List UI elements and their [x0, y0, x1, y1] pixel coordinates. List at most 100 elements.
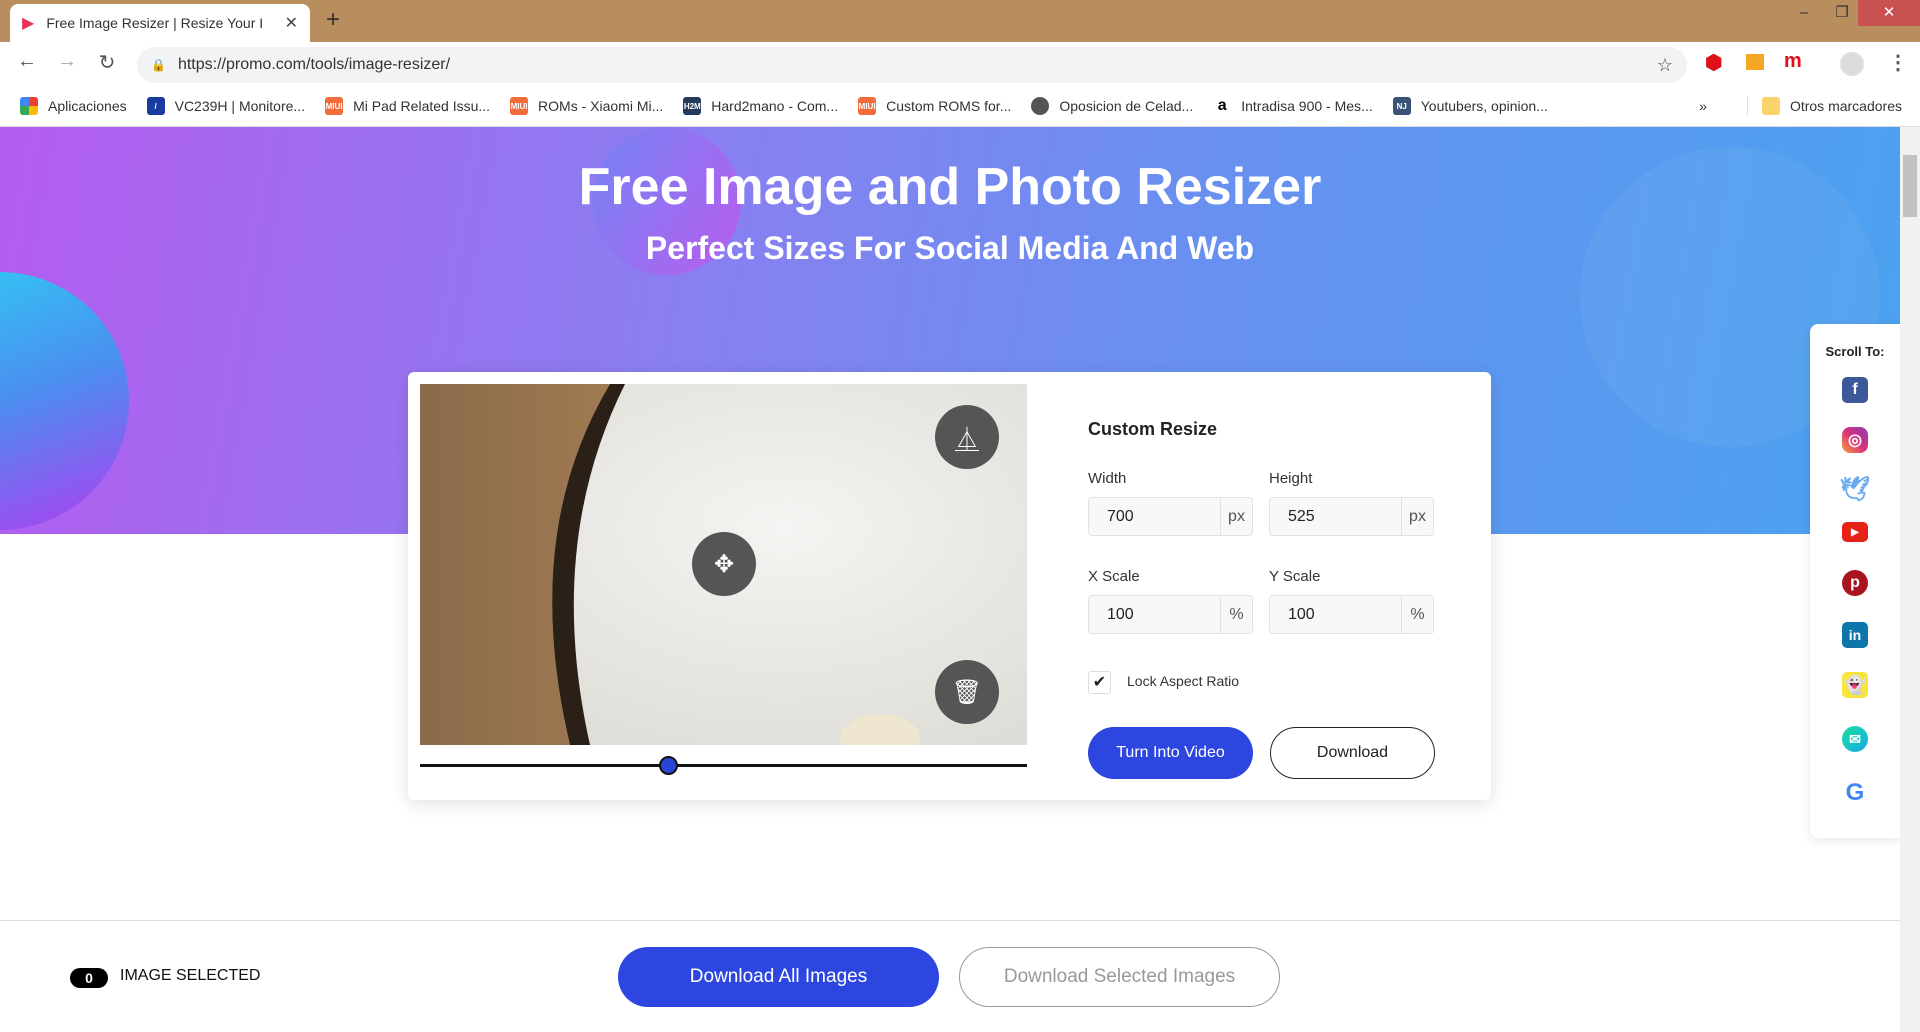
bookmark-vc239h[interactable]: / VC239H | Monitore... — [146, 97, 306, 115]
y-scale-value[interactable]: 100 — [1270, 596, 1401, 633]
bookmark-mipad[interactable]: MIUI Mi Pad Related Issu... — [325, 97, 490, 115]
bookmark-star-icon[interactable]: ☆ — [1657, 55, 1673, 76]
width-value[interactable]: 700 — [1089, 498, 1220, 535]
trash-icon: 🗑 — [951, 678, 983, 706]
globe-icon — [1031, 97, 1050, 115]
promo-favicon-icon: ▶ — [22, 15, 35, 32]
bottom-download-bar: 0 IMAGE SELECTED Download All Images Dow… — [0, 920, 1900, 1032]
browser-tab[interactable]: ▶ Free Image Resizer | Resize Your I ✕ — [10, 4, 310, 42]
flip-button[interactable]: ⏅ — [935, 405, 999, 469]
bookmark-label: Intradisa 900 - Mes... — [1241, 98, 1373, 114]
page-scrollbar[interactable] — [1900, 127, 1920, 1032]
asus-icon: / — [146, 97, 165, 115]
twitter-icon[interactable]: 🕊 — [1840, 476, 1870, 503]
apps-grid-icon — [20, 97, 38, 115]
bookmarks-bar: Aplicaciones / VC239H | Monitore... MIUI M… — [0, 86, 1920, 127]
height-unit: px — [1401, 498, 1433, 535]
move-button[interactable]: ✥ — [692, 532, 756, 596]
snapchat-icon[interactable]: 👻 — [1842, 672, 1868, 698]
bookmark-label: Youtubers, opinion... — [1420, 98, 1548, 114]
bookmark-custom-roms[interactable]: MIUI Custom ROMS for... — [858, 97, 1011, 115]
email-icon[interactable]: ✉ — [1842, 726, 1868, 752]
x-scale-unit: % — [1220, 596, 1252, 633]
x-scale-value[interactable]: 100 — [1089, 596, 1220, 633]
youtube-icon[interactable]: ▶ — [1842, 522, 1868, 542]
bookmark-youtubers[interactable]: NJ Youtubers, opinion... — [1392, 97, 1548, 115]
scrollbar-thumb[interactable] — [1903, 155, 1917, 217]
m-extension-icon[interactable]: m — [1784, 50, 1802, 73]
bookmark-label: Oposicion de Celad... — [1059, 98, 1194, 114]
close-tab-icon[interactable]: ✕ — [285, 13, 298, 33]
instagram-icon[interactable]: ◎ — [1842, 427, 1868, 453]
bookmark-label: VC239H | Monitore... — [174, 98, 306, 114]
width-label: Width — [1088, 470, 1127, 487]
linkedin-icon[interactable]: in — [1842, 622, 1868, 648]
page-title: Free Image and Photo Resizer — [578, 158, 1322, 216]
decorative-circle — [0, 272, 129, 530]
h2m-icon: H2M — [683, 97, 702, 115]
height-label: Height — [1269, 470, 1313, 487]
bookmark-roms-xiaomi[interactable]: MIUI ROMs - Xiaomi Mi... — [510, 97, 663, 115]
bookmark-oposicion[interactable]: Oposicion de Celad... — [1031, 97, 1193, 115]
bookmark-intradisa[interactable]: a Intradisa 900 - Mes... — [1213, 97, 1373, 115]
url-text: https://promo.com/tools/image-resizer/ — [177, 56, 451, 73]
bookmark-label: ROMs - Xiaomi Mi... — [538, 98, 664, 114]
flip-icon: ⏅ — [955, 426, 979, 454]
reload-icon[interactable]: ↻ — [93, 50, 121, 75]
bookmark-label: Otros marcadores — [1789, 98, 1902, 114]
orange-extension-icon[interactable] — [1746, 54, 1764, 70]
new-tab-button[interactable]: + — [326, 6, 340, 34]
lock-aspect-ratio-checkbox[interactable]: ✔ — [1088, 671, 1111, 694]
scroll-to-sidebar: Scroll To: f ◎ 🕊 ▶ p in 👻 ✉ G — [1810, 324, 1900, 838]
custom-resize-heading: Custom Resize — [1088, 419, 1218, 439]
page-subtitle: Perfect Sizes For Social Media And Web — [645, 230, 1255, 266]
miui-icon: MIUI — [858, 97, 877, 115]
checkmark-icon: ✔ — [1092, 674, 1107, 691]
profile-avatar[interactable] — [1840, 52, 1864, 76]
bookmark-hard2mano[interactable]: H2M Hard2mano - Com... — [683, 97, 838, 115]
address-bar[interactable]: 🔒 https://promo.com/tools/image-resizer/… — [137, 47, 1687, 83]
more-bookmarks-chevron[interactable]: » — [1699, 98, 1707, 114]
menu-icon[interactable]: ⋮ — [1888, 50, 1908, 75]
lock-aspect-ratio-label[interactable]: Lock Aspect Ratio — [1127, 673, 1239, 689]
x-scale-label: X Scale — [1088, 568, 1140, 585]
y-scale-label: Y Scale — [1269, 568, 1321, 585]
bookmark-label: Aplicaciones — [48, 98, 127, 114]
miui-icon: MIUI — [510, 97, 529, 115]
browser-toolbar: ← → ↻ 🔒 https://promo.com/tools/image-re… — [0, 42, 1920, 86]
height-value[interactable]: 525 — [1270, 498, 1401, 535]
opera-adblock-extension-icon[interactable]: ⬢ — [1705, 50, 1722, 75]
zoom-slider[interactable] — [420, 756, 1027, 775]
height-input[interactable]: 525 px — [1269, 497, 1434, 536]
folder-icon — [1761, 97, 1780, 115]
turn-into-video-button[interactable]: Turn Into Video — [1088, 727, 1253, 779]
facebook-icon[interactable]: f — [1842, 377, 1868, 403]
pinterest-icon[interactable]: p — [1842, 570, 1868, 596]
bookmark-label: Mi Pad Related Issu... — [353, 98, 491, 114]
move-arrows-icon: ✥ — [713, 550, 735, 578]
resize-card: ⏅ ✥ 🗑 Custom Resize Width Height 700 px 5… — [408, 372, 1491, 800]
bookmark-label: Hard2mano - Com... — [711, 98, 839, 114]
width-input[interactable]: 700 px — [1088, 497, 1253, 536]
bookmark-apps[interactable]: Aplicaciones — [20, 97, 127, 115]
download-button[interactable]: Download — [1270, 727, 1435, 779]
image-preview[interactable]: ⏅ ✥ 🗑 — [420, 384, 1027, 745]
y-scale-unit: % — [1401, 596, 1433, 633]
nj-icon: NJ — [1392, 97, 1411, 115]
google-icon[interactable]: G — [1842, 779, 1868, 806]
tab-title: Free Image Resizer | Resize Your I — [46, 15, 264, 31]
x-scale-input[interactable]: 100% — [1088, 595, 1253, 634]
y-scale-input[interactable]: 100% — [1269, 595, 1434, 634]
other-bookmarks[interactable]: Otros marcadores — [1746, 97, 1902, 115]
download-selected-images-button[interactable]: Download Selected Images — [959, 947, 1280, 1007]
delete-button[interactable]: 🗑 — [935, 660, 999, 724]
slider-handle[interactable] — [658, 756, 678, 775]
back-icon[interactable]: ← — [13, 50, 41, 73]
forward-icon[interactable]: → — [53, 50, 81, 73]
scroll-to-label: Scroll To: — [1825, 344, 1885, 359]
selected-count-badge: 0 — [70, 968, 108, 988]
download-all-images-button[interactable]: Download All Images — [618, 947, 939, 1007]
amazon-icon: a — [1217, 97, 1227, 114]
close-window-button[interactable]: ✕ — [1858, 0, 1920, 26]
tab-strip: ▶ Free Image Resizer | Resize Your I ✕ +… — [0, 0, 1920, 42]
